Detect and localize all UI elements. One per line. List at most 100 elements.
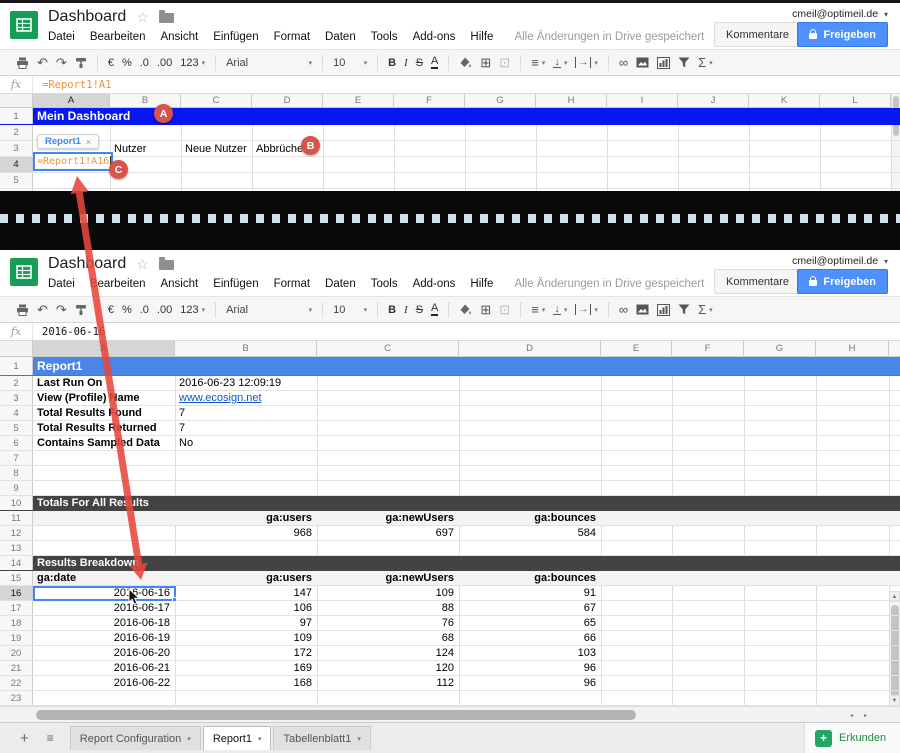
fill-color-icon[interactable] [459, 57, 472, 69]
editing-cell-a4[interactable]: =Report1!A16 [33, 152, 113, 171]
sum-icon[interactable]: Σ▾ [698, 302, 713, 317]
row-header-13[interactable]: 13 [0, 541, 33, 555]
strikethrough-button[interactable]: S [416, 304, 423, 316]
row-header-4[interactable]: 4 [0, 157, 33, 172]
row-2[interactable]: 2 [0, 125, 900, 141]
percent-format-button[interactable]: % [122, 304, 132, 316]
fill-handle[interactable] [172, 597, 177, 602]
menu-addons[interactable]: Add-ons [413, 278, 456, 290]
cell-b2[interactable]: 2016-06-23 12:09:19 [175, 376, 317, 390]
row-header-2[interactable]: 2 [0, 376, 33, 390]
cell-c11[interactable]: ga:newUsers [317, 511, 459, 525]
vertical-align-icon[interactable]: ↓▾ [553, 57, 567, 68]
col-header-L[interactable]: L [820, 94, 891, 107]
col-header-K[interactable]: K [749, 94, 820, 107]
formula-input[interactable]: 2016-06-16 [33, 326, 105, 338]
col-header-E[interactable]: E [323, 94, 394, 107]
formula-input[interactable]: =Report1!A1 [33, 79, 112, 91]
menu-daten[interactable]: Daten [325, 31, 356, 43]
vertical-align-icon[interactable]: ↓▾ [553, 304, 567, 315]
col-header-A[interactable]: A [33, 341, 175, 356]
cell-d16[interactable]: 91 [459, 586, 601, 600]
redo-icon[interactable]: ↷ [56, 55, 67, 71]
print-icon[interactable] [16, 57, 29, 69]
increase-decimals-button[interactable]: .00 [157, 57, 172, 69]
row-header-2[interactable]: 2 [0, 125, 33, 140]
all-sheets-icon[interactable]: ≡ [47, 731, 54, 745]
col-header-D[interactable]: D [252, 94, 323, 107]
cell-a1-report-title[interactable]: Report1 [33, 357, 333, 375]
cell-b20[interactable]: 172 [175, 646, 317, 660]
col-header-D[interactable]: D [459, 341, 601, 356]
paint-format-icon[interactable] [75, 304, 87, 316]
currency-format-button[interactable]: € [108, 304, 114, 316]
add-sheet-button[interactable]: + [20, 730, 29, 747]
row-header-17[interactable]: 17 [0, 601, 33, 615]
star-icon[interactable]: ☆ [136, 9, 149, 26]
row-header-19[interactable]: 19 [0, 631, 33, 645]
row-header-7[interactable]: 7 [0, 451, 33, 465]
row-header-14[interactable]: 14 [0, 556, 33, 570]
explore-button[interactable]: + Erkunden [804, 723, 900, 753]
menu-hilfe[interactable]: Hilfe [470, 31, 493, 43]
row-header-22[interactable]: 22 [0, 676, 33, 690]
horizontal-scrollbar[interactable]: ◂ ▸ [0, 706, 900, 722]
cell-d17[interactable]: 67 [459, 601, 601, 615]
cell-b11[interactable]: ga:users [175, 511, 317, 525]
row-3[interactable]: 3 Nutzer Neue Nutzer Abbrüche [0, 141, 900, 157]
row-header-9[interactable]: 9 [0, 481, 33, 495]
menu-ansicht[interactable]: Ansicht [160, 278, 198, 290]
col-header-B[interactable]: B [175, 341, 317, 356]
print-icon[interactable] [16, 304, 29, 316]
cell-b18[interactable]: 97 [175, 616, 317, 630]
increase-decimals-button[interactable]: .00 [157, 304, 172, 316]
text-wrap-icon[interactable]: →▾ [575, 57, 598, 68]
cell-a5[interactable]: Total Results Returned [33, 421, 175, 435]
text-color-button[interactable]: A [431, 56, 438, 69]
text-wrap-icon[interactable]: →▾ [575, 304, 598, 315]
cell-a4[interactable]: Total Results Found [33, 406, 175, 420]
totals-section-header[interactable]: Totals For All Results [33, 496, 533, 510]
menu-datei[interactable]: Datei [48, 278, 75, 290]
row-11-totals-cols[interactable]: 11 ga:users ga:newUsers ga:bounces [0, 511, 900, 526]
comments-button[interactable]: Kommentare [714, 269, 801, 294]
undo-icon[interactable]: ↶ [37, 302, 48, 318]
row-18[interactable]: 18 2016-06-18 97 76 65 [0, 616, 900, 631]
col-header-I[interactable]: I [607, 94, 678, 107]
cell-c18[interactable]: 76 [317, 616, 459, 630]
menu-tools[interactable]: Tools [371, 278, 398, 290]
row-header-5[interactable]: 5 [0, 421, 33, 435]
row-header-10[interactable]: 10 [0, 496, 33, 510]
row-20[interactable]: 20 2016-06-20 172 124 103 [0, 646, 900, 661]
row-header-12[interactable]: 12 [0, 526, 33, 540]
row-12-totals-values[interactable]: 12 968 697 584 [0, 526, 900, 541]
row-3[interactable]: 3 View (Profile) Name www.ecosign.net [0, 391, 900, 406]
cell-a21[interactable]: 2016-06-21 [33, 661, 175, 675]
scroll-right-icon[interactable]: ▸ [859, 710, 872, 721]
cell-d15[interactable]: ga:bounces [459, 571, 601, 585]
folder-icon[interactable] [159, 260, 174, 270]
menu-ansicht[interactable]: Ansicht [160, 31, 198, 43]
row-header-4[interactable]: 4 [0, 406, 33, 420]
account-menu[interactable]: cmeil@optimeil.de ▾ [792, 8, 888, 20]
bold-button[interactable]: B [388, 304, 396, 316]
col-header-H[interactable]: H [536, 94, 607, 107]
decrease-decimals-button[interactable]: .0 [140, 304, 149, 316]
cell-b16[interactable]: 147 [175, 586, 317, 600]
cell-c16[interactable]: 109 [317, 586, 459, 600]
cell-b19[interactable]: 109 [175, 631, 317, 645]
row-header-1[interactable]: 1 [0, 357, 33, 375]
row-1-banner[interactable]: 1 Mein Dashboard [0, 108, 900, 125]
share-button[interactable]: Freigeben [797, 269, 888, 294]
image-icon[interactable] [636, 57, 649, 68]
cell-d12[interactable]: 584 [459, 526, 601, 540]
cell-c15[interactable]: ga:newUsers [317, 571, 459, 585]
undo-icon[interactable]: ↶ [37, 55, 48, 71]
row-header-5[interactable]: 5 [0, 173, 33, 188]
row-header-3[interactable]: 3 [0, 141, 33, 156]
row-23[interactable]: 23 [0, 691, 900, 706]
sheets-logo-icon[interactable] [10, 258, 38, 286]
col-header-A[interactable]: A [33, 94, 110, 107]
menu-hilfe[interactable]: Hilfe [470, 278, 493, 290]
font-size-select[interactable]: 10▾ [333, 304, 367, 316]
